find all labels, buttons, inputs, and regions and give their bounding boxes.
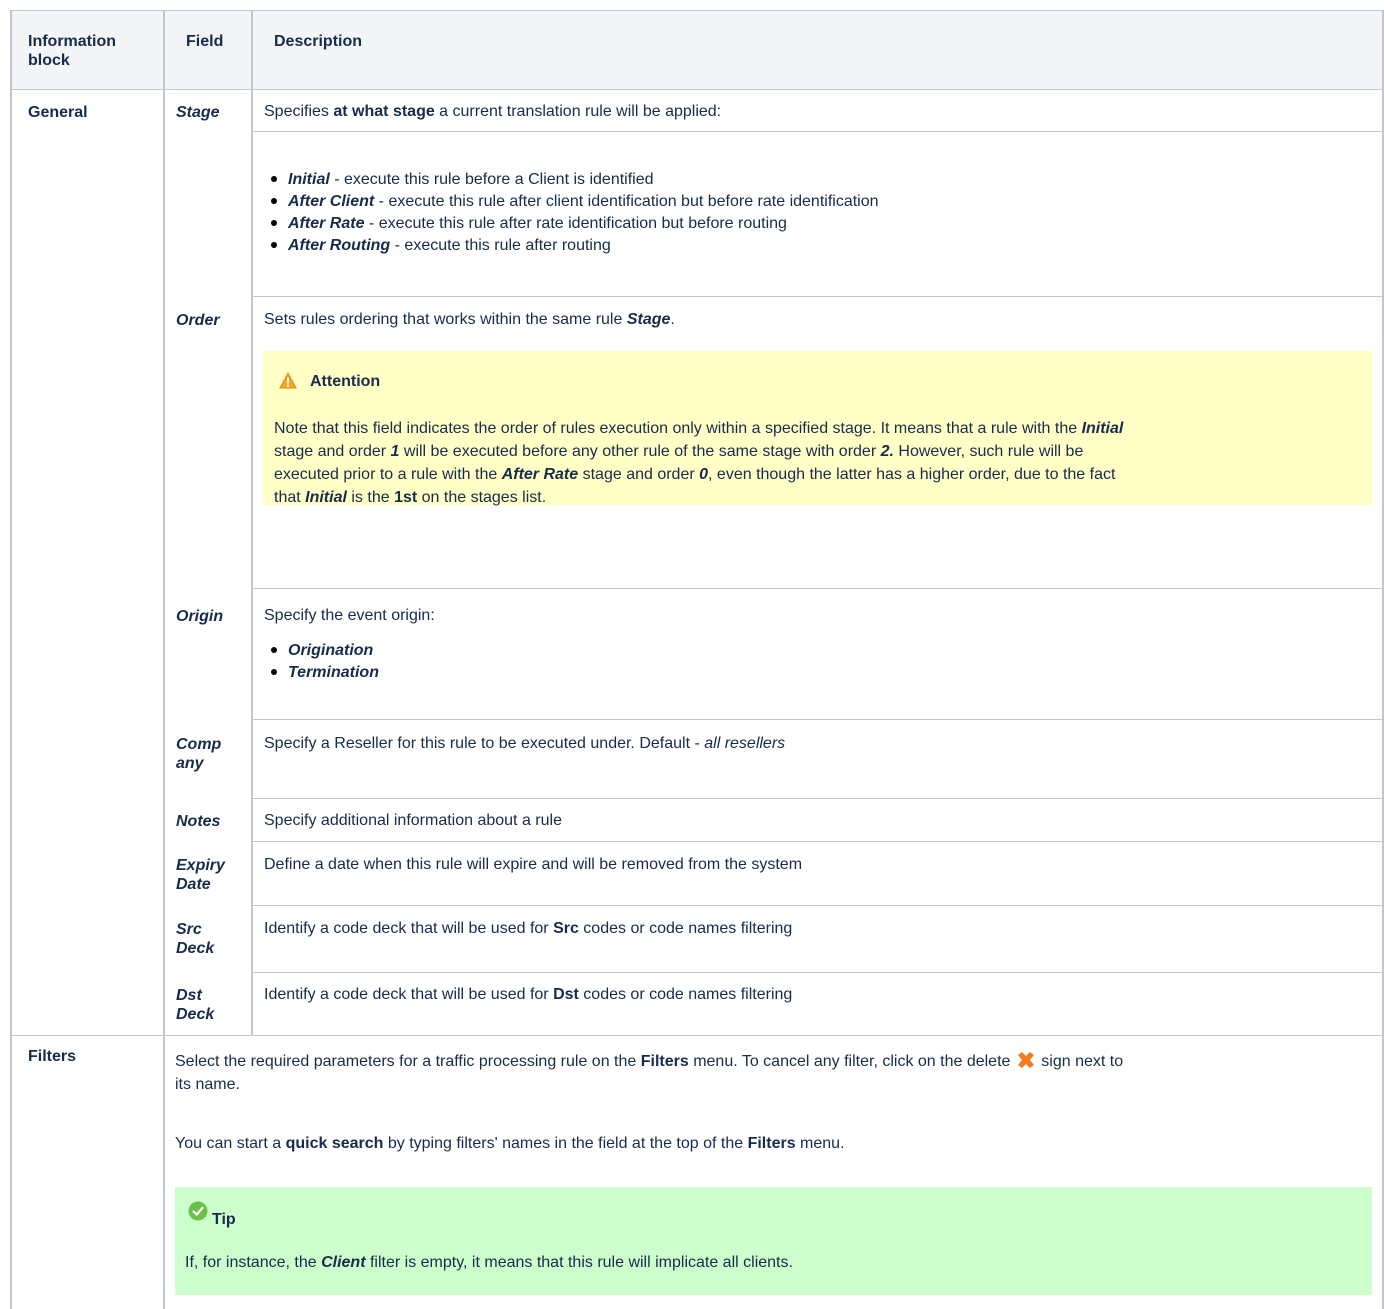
list-item: Termination xyxy=(264,662,379,684)
list-item: After Routing - execute this rule after … xyxy=(264,235,879,257)
field-order: Order xyxy=(176,312,220,329)
notes-description: Specify additional information about a r… xyxy=(264,812,562,829)
warning-triangle-icon xyxy=(279,371,297,389)
list-item: Initial - execute this rule before a Cli… xyxy=(264,169,879,191)
table-border xyxy=(10,89,1384,90)
stage-description: Specifies at what stage a current transl… xyxy=(264,103,722,120)
table-border xyxy=(251,798,1384,799)
check-circle-icon xyxy=(188,1201,208,1221)
block-general: General xyxy=(28,104,88,121)
table-border xyxy=(251,905,1384,906)
origin-description: Specify the event origin: xyxy=(264,607,435,624)
dst-description: Identify a code deck that will be used f… xyxy=(264,986,793,1003)
table-border xyxy=(251,972,1384,973)
table-border xyxy=(10,10,12,1309)
field-src-deck: Src Deck xyxy=(176,921,215,957)
attention-panel: Attention Note that this field indicates… xyxy=(263,351,1372,506)
expiry-description: Define a date when this rule will expire… xyxy=(264,856,803,873)
filters-paragraph-1: Select the required parameters for a tra… xyxy=(175,1051,1124,1093)
table-border xyxy=(251,841,1384,842)
tip-title: Tip xyxy=(212,1211,236,1228)
src-description: Identify a code deck that will be used f… xyxy=(264,920,793,937)
list-item: Origination xyxy=(264,640,379,662)
tip-panel: Tip If, for instance, the Client filter … xyxy=(175,1187,1372,1295)
list-item: After Client - execute this rule after c… xyxy=(264,191,879,213)
origin-list: Origination Termination xyxy=(264,640,379,684)
table-border xyxy=(251,588,1384,589)
field-company: Comp any xyxy=(176,736,222,772)
field-origin: Origin xyxy=(176,608,224,625)
filters-paragraph-2: You can start a quick search by typing f… xyxy=(175,1135,845,1152)
company-description: Specify a Reseller for this rule to be e… xyxy=(264,735,786,752)
table-border xyxy=(251,719,1384,720)
table-border xyxy=(251,296,1384,297)
stage-list: Initial - execute this rule before a Cli… xyxy=(264,169,879,257)
info-table: Information block Field Description Gene… xyxy=(10,10,1384,1309)
table-border xyxy=(251,10,253,1035)
table-border xyxy=(10,1035,1384,1036)
table-border xyxy=(163,10,165,1309)
attention-title: Attention xyxy=(310,373,381,390)
list-item: After Rate - execute this rule after rat… xyxy=(264,213,879,235)
header-information-block: Information block xyxy=(28,33,116,69)
order-description: Sets rules ordering that works within th… xyxy=(264,311,675,328)
field-expiry-date: Expiry Date xyxy=(176,857,225,893)
header-description: Description xyxy=(274,33,363,50)
header-field: Field xyxy=(186,33,224,50)
document-page: Information block Field Description Gene… xyxy=(0,0,1384,1309)
block-filters: Filters xyxy=(28,1048,77,1065)
field-dst-deck: Dst Deck xyxy=(176,987,215,1023)
field-notes: Notes xyxy=(176,813,221,830)
attention-text: Note that this field indicates the order… xyxy=(274,420,1124,506)
table-border xyxy=(251,131,1384,132)
field-stage: Stage xyxy=(176,104,220,121)
table-border xyxy=(10,10,1384,11)
delete-x-icon xyxy=(1015,1051,1037,1069)
tip-text: If, for instance, the Client filter is e… xyxy=(185,1254,793,1271)
